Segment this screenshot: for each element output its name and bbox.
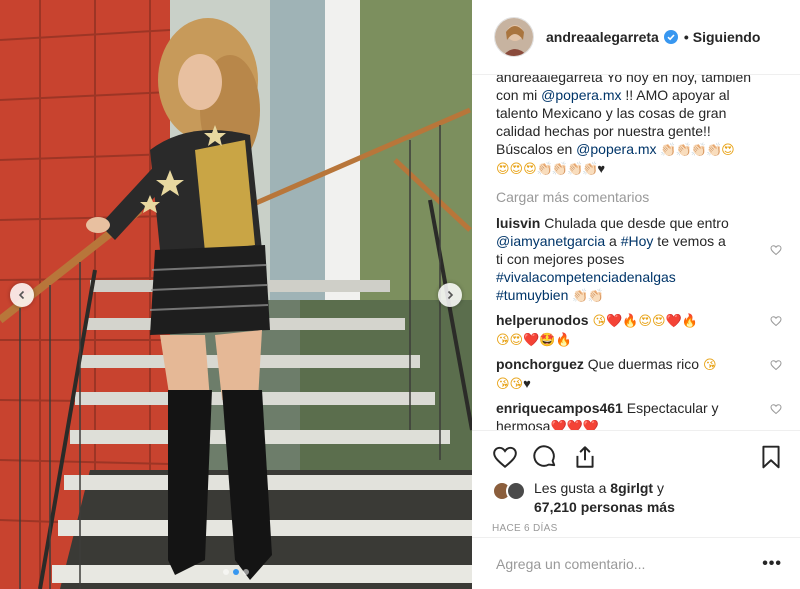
- post-actions: Les gusta a 8girlgt y 67,210 personas má…: [472, 430, 800, 534]
- hashtag-link[interactable]: #tumuybien: [496, 287, 568, 303]
- carousel-dots: [0, 569, 472, 575]
- like-heart-icon[interactable]: [492, 444, 518, 470]
- verified-badge-icon: [663, 30, 678, 44]
- like-comment-heart-icon[interactable]: [770, 359, 782, 371]
- following-button[interactable]: Siguiendo: [693, 29, 761, 45]
- carousel-dot: [223, 569, 229, 575]
- likes-summary: Les gusta a 8girlgt y 67,210 personas má…: [492, 479, 784, 517]
- share-icon[interactable]: [572, 444, 598, 470]
- bookmark-icon[interactable]: [758, 444, 784, 470]
- caption-line: calidad hechas por nuestra gente!!: [496, 123, 711, 139]
- carousel-dot-active: [233, 569, 239, 575]
- mention-link[interactable]: @popera.mx: [541, 87, 621, 103]
- post-timestamp: HACE 6 DÍAS: [492, 523, 558, 534]
- caption-text: con mi: [496, 87, 542, 103]
- comment-item: luisvin Chulada que desde que entro @iam…: [496, 214, 782, 305]
- mention-link[interactable]: @iamyanetgarcia: [496, 233, 605, 249]
- fire-emoji: 🔥: [622, 313, 639, 328]
- comment-text: enriquecampos461 Espectacular y hermosa❤…: [496, 399, 770, 430]
- follow-separator: •: [683, 29, 689, 45]
- caption-line: con mi @popera.mx !! AMO apoyar al: [496, 86, 782, 104]
- comment-text: luisvin Chulada que desde que entro @iam…: [496, 214, 770, 305]
- chevron-left-icon: [18, 290, 25, 300]
- liker-username[interactable]: 8girlgt: [610, 480, 653, 496]
- heart-emoji: ♥: [523, 376, 531, 391]
- caption-line: talento Mexicano y las cosas de gran: [496, 105, 727, 121]
- kiss-emoji: 😘: [702, 357, 717, 372]
- fire-emoji: 🔥: [681, 313, 698, 328]
- heart-eyes-emoji: 😍😍😍: [496, 161, 537, 176]
- clap-emoji: 👏🏻👏🏻👏🏻👏🏻: [660, 142, 722, 157]
- post-caption: andreaalegarreta Yo hoy en hoy, también …: [496, 75, 782, 178]
- more-options-button[interactable]: •••: [762, 555, 782, 573]
- comment-text: helperunodos 😘❤️🔥😍😍❤️🔥 😘😍❤️🤩🔥: [496, 311, 770, 349]
- comment-icon[interactable]: [532, 444, 558, 470]
- likes-mid: y: [653, 480, 664, 496]
- avatar-image: [495, 18, 533, 56]
- likes-count-button[interactable]: 67,210 personas más: [534, 499, 675, 515]
- comment-item: enriquecampos461 Espectacular y hermosa❤…: [496, 399, 782, 430]
- carousel-prev-button[interactable]: [10, 283, 34, 307]
- heart-emoji: ❤️: [523, 332, 540, 347]
- liker-avatars: [492, 481, 532, 503]
- comment-body: Chulada que desde que entro: [540, 215, 729, 231]
- carousel-next-button[interactable]: [438, 283, 462, 307]
- action-icons: [492, 439, 784, 475]
- like-comment-heart-icon[interactable]: [770, 244, 782, 256]
- heart-emoji: ❤️: [606, 313, 623, 328]
- add-comment-input[interactable]: [496, 555, 763, 572]
- comment-body: Espectacular y: [622, 400, 719, 416]
- clap-emoji: 👏🏻👏🏻👏🏻👏🏻: [536, 161, 599, 176]
- load-more-comments-button[interactable]: Cargar más comentarios: [496, 188, 782, 206]
- mention-link[interactable]: @popera.mx: [576, 141, 656, 157]
- post-username[interactable]: andreaalegarreta: [546, 29, 659, 45]
- clap-emoji: 👏🏻👏🏻: [572, 288, 603, 303]
- comment-username[interactable]: luisvin: [496, 215, 540, 231]
- heart-eyes-emoji: 😍: [721, 142, 735, 157]
- kiss-emoji: 😘😍: [496, 332, 524, 347]
- carousel-dot: [243, 569, 249, 575]
- comment-body: te vemos a: [653, 233, 726, 249]
- star-eyes-emoji: 🤩: [539, 332, 556, 347]
- caption-line: andreaalegarreta Yo hoy en hoy, también: [496, 75, 752, 85]
- comment-username[interactable]: ponchorguez: [496, 356, 584, 372]
- caption-text: Búscalos en: [496, 141, 577, 157]
- comments-list: andreaalegarreta Yo hoy en hoy, también …: [472, 75, 800, 430]
- comment-username[interactable]: helperunodos: [496, 312, 589, 328]
- comment-text: ponchorguez Que duermas rico 😘 😘😘♥: [496, 355, 770, 393]
- post-photo[interactable]: [0, 0, 472, 589]
- chevron-right-icon: [447, 290, 454, 300]
- comment-item: helperunodos 😘❤️🔥😍😍❤️🔥 😘😍❤️🤩🔥: [496, 311, 782, 349]
- caption-line: Búscalos en @popera.mx 👏🏻👏🏻👏🏻👏🏻😍: [496, 140, 782, 159]
- likes-text: Les gusta a 8girlgt y 67,210 personas má…: [534, 479, 675, 517]
- add-comment-bar: •••: [472, 537, 800, 589]
- like-comment-heart-icon[interactable]: [770, 403, 782, 415]
- photo-illustration: [0, 0, 472, 589]
- hashtag-link[interactable]: #Hoy: [621, 233, 654, 249]
- post-side-panel: andreaalegarreta • Siguiendo andreaalegar…: [472, 0, 800, 589]
- caption-text: !! AMO apoyar al: [621, 87, 730, 103]
- likes-prefix: Les gusta a: [534, 480, 611, 496]
- comment-body: Que duermas rico: [583, 356, 703, 372]
- comment-body: hermosa: [496, 418, 551, 430]
- comment-username[interactable]: enriquecampos461: [496, 400, 623, 416]
- kiss-emoji: 😘: [592, 313, 607, 328]
- fire-emoji: 🔥: [555, 332, 572, 347]
- follow-status[interactable]: • Siguiendo: [684, 29, 761, 45]
- heart-emoji: ❤️❤️❤️: [550, 419, 600, 430]
- kiss-emoji: 😘😘: [496, 376, 524, 391]
- hashtag-link[interactable]: #vivalacompetenciadenalgas: [496, 269, 676, 285]
- post-header: andreaalegarreta • Siguiendo: [472, 0, 800, 75]
- avatar[interactable]: [494, 17, 534, 57]
- heart-eyes-emoji: 😍😍: [638, 313, 666, 328]
- caption-line: 😍😍😍👏🏻👏🏻👏🏻👏🏻♥: [496, 159, 782, 178]
- comment-item: ponchorguez Que duermas rico 😘 😘😘♥: [496, 355, 782, 393]
- comment-body: ti con mejores poses: [496, 251, 625, 267]
- comment-body: a: [605, 233, 621, 249]
- heart-emoji: ♥: [597, 161, 606, 176]
- like-comment-heart-icon[interactable]: [770, 315, 782, 327]
- heart-emoji: ❤️: [665, 313, 682, 328]
- liker-avatar: [506, 481, 526, 501]
